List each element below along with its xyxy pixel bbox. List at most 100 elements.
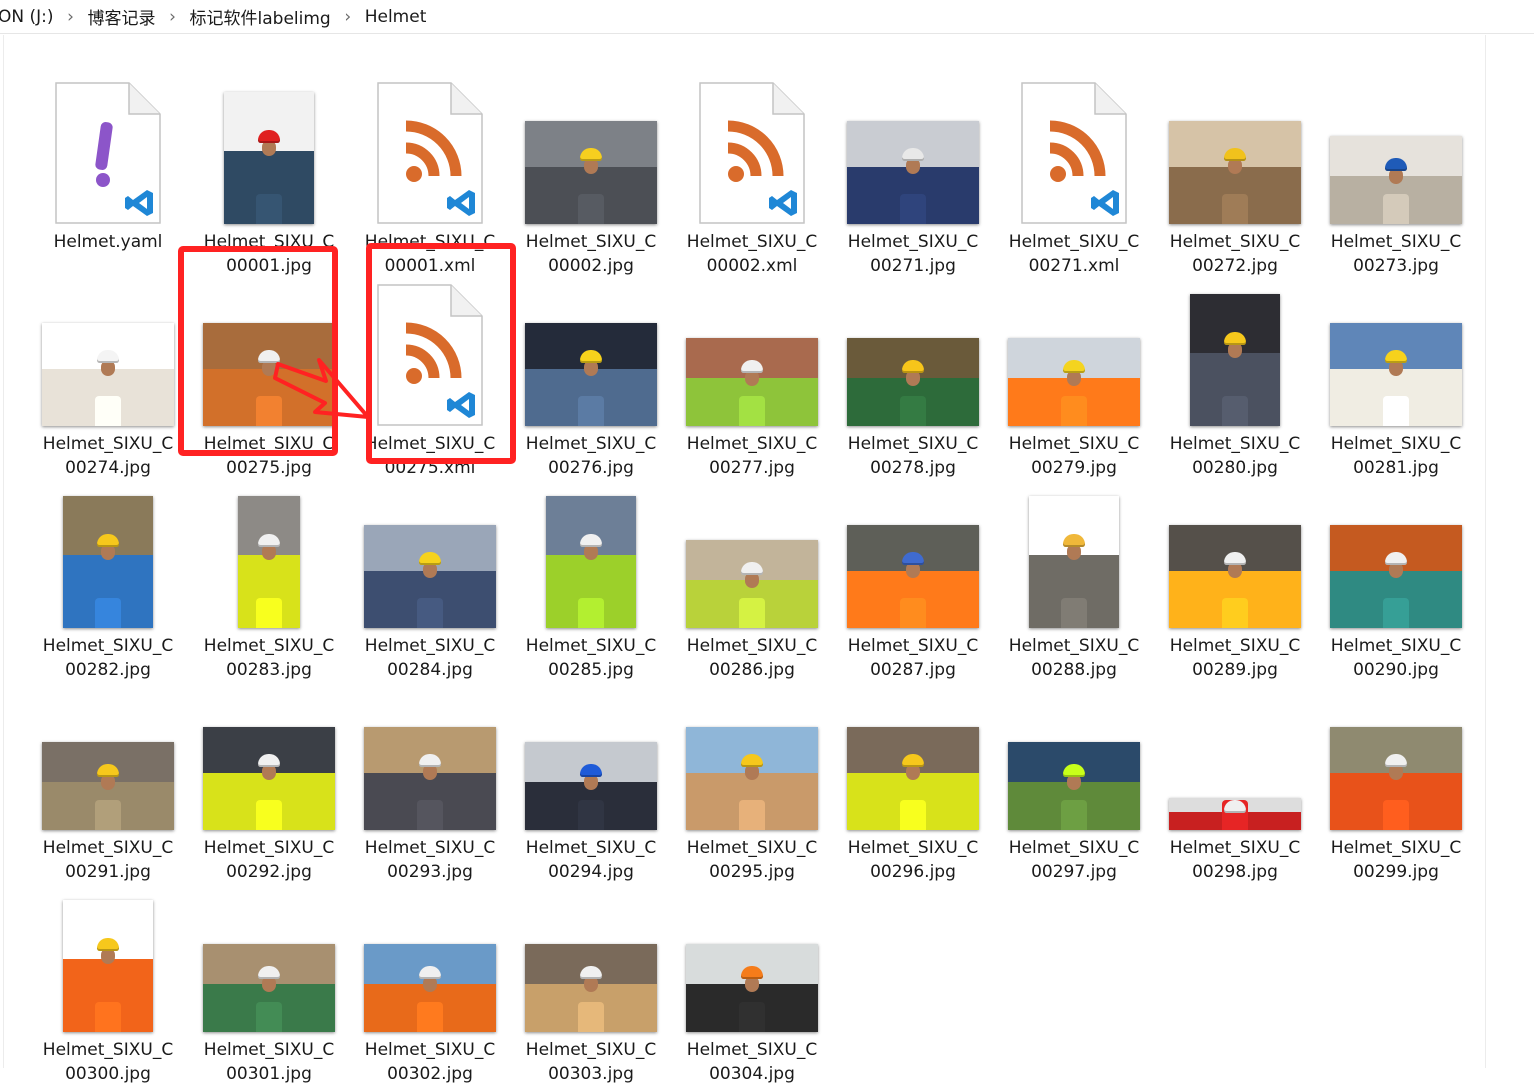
file-item-image[interactable]: Helmet_SIXU_C 00292.jpg (199, 667, 339, 882)
image-thumbnail (1165, 465, 1305, 628)
image-thumbnail (682, 263, 822, 426)
file-item-xml[interactable]: Helmet_SIXU_C 00275.xml (360, 263, 500, 478)
image-thumbnail (521, 667, 661, 830)
image-thumbnail (38, 869, 178, 1032)
image-thumbnail (521, 465, 661, 628)
file-item-image[interactable]: Helmet_SIXU_C 00275.jpg (199, 263, 339, 478)
image-thumbnail (843, 61, 983, 224)
file-name-label: Helmet_SIXU_C 00304.jpg (686, 1040, 818, 1084)
file-item-image[interactable]: Helmet_SIXU_C 00296.jpg (843, 667, 983, 882)
file-item-image[interactable]: Helmet_SIXU_C 00284.jpg (360, 465, 500, 680)
file-item-yaml[interactable]: Helmet.yaml (38, 61, 178, 259)
image-thumbnail (843, 667, 983, 830)
file-item-image[interactable]: Helmet_SIXU_C 00299.jpg (1326, 667, 1466, 882)
file-name-label: Helmet_SIXU_C 00297.jpg (1008, 838, 1140, 882)
file-item-image[interactable]: Helmet_SIXU_C 00280.jpg (1165, 263, 1305, 478)
image-thumbnail (1165, 667, 1305, 830)
file-item-image[interactable]: Helmet_SIXU_C 00002.jpg (521, 61, 661, 276)
image-thumbnail (1004, 465, 1144, 628)
file-item-image[interactable]: Helmet_SIXU_C 00285.jpg (521, 465, 661, 680)
file-name-label: Helmet_SIXU_C 00299.jpg (1330, 838, 1462, 882)
image-thumbnail (360, 667, 500, 830)
file-item-image[interactable]: Helmet_SIXU_C 00303.jpg (521, 869, 661, 1084)
image-thumbnail (199, 263, 339, 426)
file-item-image[interactable]: Helmet_SIXU_C 00283.jpg (199, 465, 339, 680)
file-item-xml[interactable]: Helmet_SIXU_C 00271.xml (1004, 61, 1144, 276)
file-item-image[interactable]: Helmet_SIXU_C 00273.jpg (1326, 61, 1466, 276)
image-thumbnail (38, 263, 178, 426)
xml-file-icon (360, 263, 500, 426)
image-thumbnail (1004, 667, 1144, 830)
file-item-image[interactable]: Helmet_SIXU_C 00274.jpg (38, 263, 178, 478)
file-name-label: Helmet_SIXU_C 00296.jpg (847, 838, 979, 882)
file-item-image[interactable]: Helmet_SIXU_C 00302.jpg (360, 869, 500, 1084)
image-thumbnail (1004, 263, 1144, 426)
image-thumbnail (1326, 465, 1466, 628)
breadcrumb-separator-icon[interactable]: › (162, 7, 184, 27)
file-view[interactable]: Helmet.yaml Helmet_SIXU_C 00001.jpg Helme… (3, 35, 1486, 1084)
image-thumbnail (1165, 263, 1305, 426)
file-item-image[interactable]: Helmet_SIXU_C 00276.jpg (521, 263, 661, 478)
breadcrumb-item[interactable]: 博客记录 (82, 4, 162, 29)
image-thumbnail (199, 465, 339, 628)
file-item-image[interactable]: Helmet_SIXU_C 00286.jpg (682, 465, 822, 680)
file-item-image[interactable]: Helmet_SIXU_C 00001.jpg (199, 61, 339, 276)
file-item-image[interactable]: Helmet_SIXU_C 00290.jpg (1326, 465, 1466, 680)
image-thumbnail (521, 263, 661, 426)
file-item-image[interactable]: Helmet_SIXU_C 00301.jpg (199, 869, 339, 1084)
breadcrumb-item[interactable]: ON (J:) (0, 7, 60, 27)
file-name-label: Helmet_SIXU_C 00300.jpg (42, 1040, 174, 1084)
file-item-image[interactable]: Helmet_SIXU_C 00289.jpg (1165, 465, 1305, 680)
file-item-image[interactable]: Helmet_SIXU_C 00277.jpg (682, 263, 822, 478)
file-item-xml[interactable]: Helmet_SIXU_C 00002.xml (682, 61, 822, 276)
file-name-label: Helmet_SIXU_C 00303.jpg (525, 1040, 657, 1084)
file-item-image[interactable]: Helmet_SIXU_C 00279.jpg (1004, 263, 1144, 478)
image-thumbnail (682, 465, 822, 628)
image-thumbnail (1326, 667, 1466, 830)
image-thumbnail (360, 465, 500, 628)
file-item-image[interactable]: Helmet_SIXU_C 00293.jpg (360, 667, 500, 882)
image-thumbnail (1326, 61, 1466, 224)
file-item-image[interactable]: Helmet_SIXU_C 00281.jpg (1326, 263, 1466, 478)
file-item-image[interactable]: Helmet_SIXU_C 00297.jpg (1004, 667, 1144, 882)
xml-file-icon (1004, 61, 1144, 224)
image-thumbnail (199, 869, 339, 1032)
file-item-xml[interactable]: Helmet_SIXU_C 00001.xml (360, 61, 500, 276)
image-thumbnail (360, 869, 500, 1032)
file-name-label: Helmet.yaml (53, 232, 163, 252)
file-item-image[interactable]: Helmet_SIXU_C 00271.jpg (843, 61, 983, 276)
file-item-image[interactable]: Helmet_SIXU_C 00295.jpg (682, 667, 822, 882)
image-thumbnail (199, 61, 339, 224)
file-item-image[interactable]: Helmet_SIXU_C 00298.jpg (1165, 667, 1305, 882)
image-thumbnail (682, 869, 822, 1032)
file-item-image[interactable]: Helmet_SIXU_C 00278.jpg (843, 263, 983, 478)
image-thumbnail (1165, 61, 1305, 224)
file-item-image[interactable]: Helmet_SIXU_C 00288.jpg (1004, 465, 1144, 680)
xml-file-icon (360, 61, 500, 224)
file-item-image[interactable]: Helmet_SIXU_C 00282.jpg (38, 465, 178, 680)
file-name-label: Helmet_SIXU_C 00298.jpg (1169, 838, 1301, 882)
yaml-file-icon (38, 61, 178, 224)
xml-file-icon (682, 61, 822, 224)
breadcrumb-separator-icon[interactable]: › (60, 7, 82, 27)
file-item-image[interactable]: Helmet_SIXU_C 00291.jpg (38, 667, 178, 882)
image-thumbnail (38, 465, 178, 628)
file-item-image[interactable]: Helmet_SIXU_C 00304.jpg (682, 869, 822, 1084)
image-thumbnail (682, 667, 822, 830)
file-name-label: Helmet_SIXU_C 00301.jpg (203, 1040, 335, 1084)
breadcrumb-separator-icon[interactable]: › (337, 7, 359, 27)
image-thumbnail (843, 465, 983, 628)
image-thumbnail (521, 61, 661, 224)
file-item-image[interactable]: Helmet_SIXU_C 00287.jpg (843, 465, 983, 680)
image-thumbnail (843, 263, 983, 426)
image-thumbnail (199, 667, 339, 830)
breadcrumb-bar: ON (J:) › 博客记录 › 标记软件labelimg › Helmet (0, 0, 1534, 34)
breadcrumb-item[interactable]: Helmet (359, 7, 433, 27)
file-item-image[interactable]: Helmet_SIXU_C 00294.jpg (521, 667, 661, 882)
file-name-label: Helmet_SIXU_C 00302.jpg (364, 1040, 496, 1084)
breadcrumb-item[interactable]: 标记软件labelimg (184, 4, 337, 29)
image-thumbnail (1326, 263, 1466, 426)
image-thumbnail (38, 667, 178, 830)
file-item-image[interactable]: Helmet_SIXU_C 00272.jpg (1165, 61, 1305, 276)
file-item-image[interactable]: Helmet_SIXU_C 00300.jpg (38, 869, 178, 1084)
